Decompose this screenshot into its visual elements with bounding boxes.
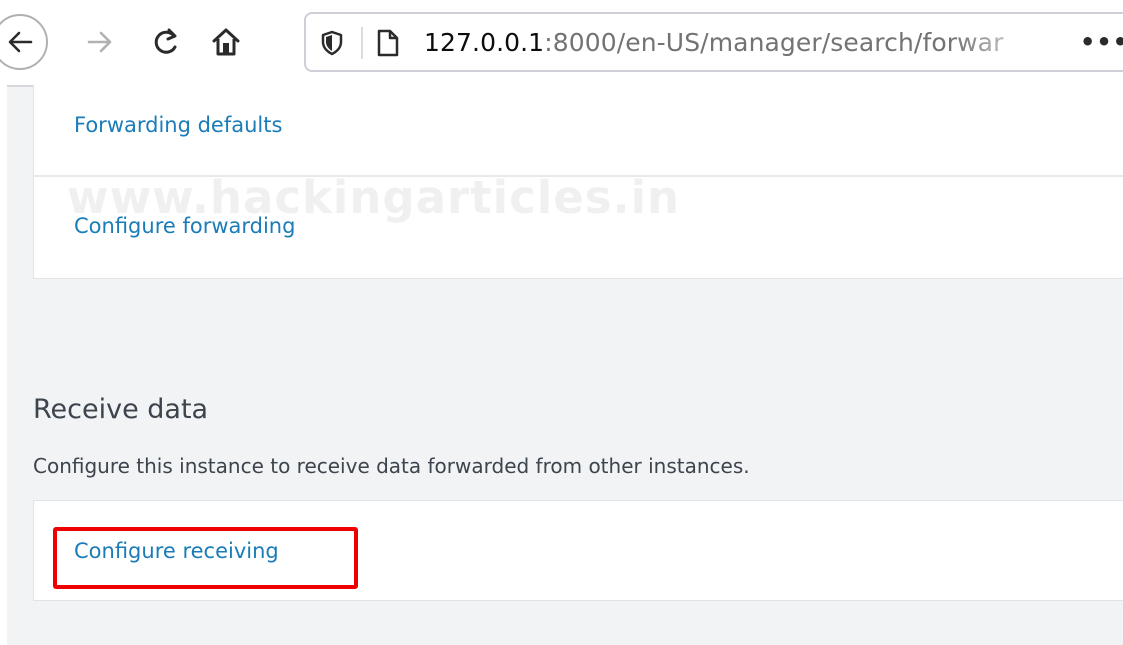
- url-host: 127.0.0.1: [424, 28, 545, 57]
- address-bar[interactable]: 127.0.0.1:8000/en-US/manager/search/forw…: [304, 12, 1123, 72]
- arrow-left-icon: [8, 31, 33, 53]
- arrow-right-icon: [87, 31, 112, 53]
- page-actions-button[interactable]: •••: [1080, 28, 1123, 56]
- page-info-icon[interactable]: [376, 29, 400, 57]
- configure-receiving-link[interactable]: Configure receiving: [74, 539, 279, 563]
- page-left-edge: [0, 85, 7, 645]
- reload-icon: [154, 28, 177, 54]
- receiving-card: Configure receiving: [33, 500, 1123, 601]
- reload-button[interactable]: [148, 24, 184, 60]
- home-icon: [212, 28, 240, 56]
- url-path: :8000/en-US/manager/search/forwar: [544, 28, 1004, 57]
- forward-button[interactable]: [82, 24, 118, 60]
- url-text[interactable]: 127.0.0.1:8000/en-US/manager/search/forw…: [424, 28, 1054, 58]
- forwarding-defaults-link[interactable]: Forwarding defaults: [74, 113, 282, 137]
- urlbar-separator: [361, 27, 363, 59]
- browser-toolbar: 127.0.0.1:8000/en-US/manager/search/forw…: [0, 0, 1123, 87]
- section-description: Configure this instance to receive data …: [33, 454, 750, 478]
- page-content: Forwarding defaults Configure forwarding…: [0, 85, 1123, 645]
- home-button[interactable]: [208, 24, 244, 60]
- tracking-protection-shield-icon[interactable]: [320, 30, 344, 56]
- back-button[interactable]: [0, 14, 48, 70]
- section-title: Receive data: [33, 394, 209, 425]
- watermark: www.hackingarticles.in: [67, 171, 681, 224]
